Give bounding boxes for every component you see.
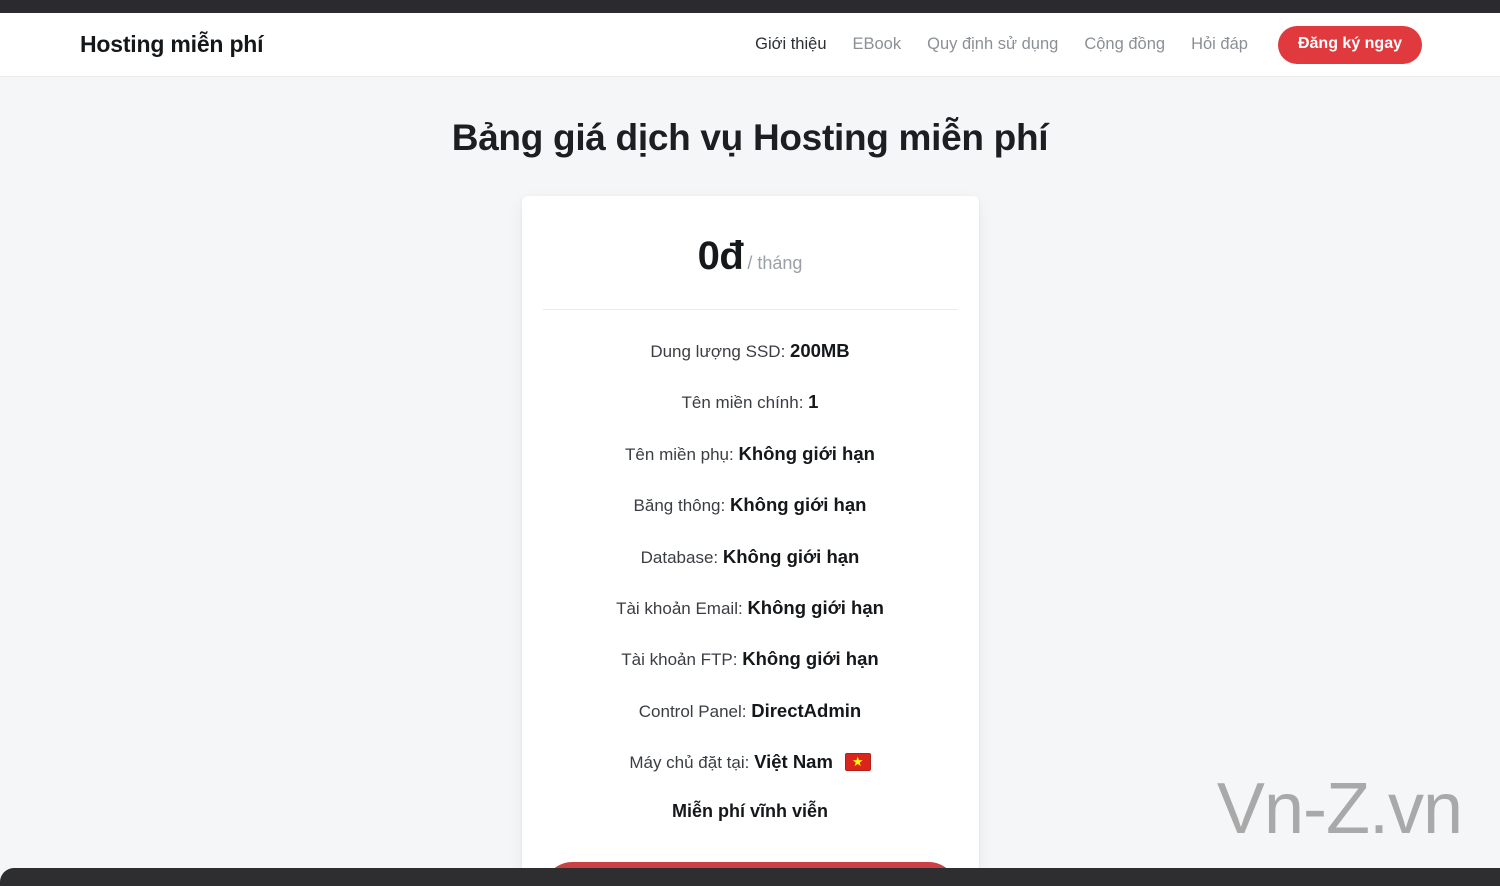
page-container: Hosting miễn phí Giới thiệu EBook Quy đị… xyxy=(0,13,1500,868)
lifetime-free-note: Miễn phí vĩnh viễn xyxy=(671,800,828,821)
site-logo[interactable]: Hosting miễn phí xyxy=(80,31,264,58)
feature-row: Tên miền chính: 1 xyxy=(522,391,979,413)
feature-row: Tên miền phụ: Không giới hạn xyxy=(522,443,979,465)
price-period: / tháng xyxy=(747,253,803,273)
feature-label-control-panel: Control Panel: xyxy=(638,701,747,721)
nav-item-hoi-dap[interactable]: Hỏi đáp xyxy=(1191,35,1248,54)
feature-row: Tài khoản FTP: Không giới hạn xyxy=(522,648,979,670)
feature-label-bandwidth: Băng thông: xyxy=(633,496,726,516)
screen-bezel-bottom xyxy=(0,868,1500,886)
flag-star-shape: ★ xyxy=(851,754,864,770)
feature-label-ftp: Tài khoản FTP: xyxy=(621,650,738,670)
feature-value-server-location: Việt Nam xyxy=(754,751,833,773)
nav-item-ebook[interactable]: EBook xyxy=(853,35,902,54)
nav-item-cong-dong[interactable]: Cộng đồng xyxy=(1084,35,1165,54)
feature-row: Dung lượng SSD: 200MB xyxy=(522,340,979,362)
feature-value-control-panel: DirectAdmin xyxy=(751,699,862,721)
feature-value-main-domain: 1 xyxy=(808,391,819,413)
feature-value-ssd: 200MB xyxy=(790,340,850,361)
feature-row: Tài khoản Email: Không giới hạn xyxy=(522,597,979,619)
nav-item-gioi-thieu[interactable]: Giới thiệu xyxy=(755,35,826,54)
feature-label-server-location: Máy chủ đặt tại: xyxy=(629,753,750,773)
nav-item-quy-dinh-su-dung[interactable]: Quy định sử dụng xyxy=(927,35,1058,54)
header-signup-button[interactable]: Đăng ký ngay xyxy=(1277,25,1422,64)
feature-label-email: Tài khoản Email: xyxy=(616,598,743,618)
main-navigation: Giới thiệu EBook Quy định sử dụng Cộng đ… xyxy=(755,25,1422,64)
pricing-card: 0đ / tháng Dung lượng SSD: 200MB Tên miền… xyxy=(521,196,979,868)
feature-value-sub-domain: Không giới hạn xyxy=(738,442,875,464)
feature-label-main-domain: Tên miền chính: xyxy=(681,393,804,413)
feature-label-ssd: Dung lượng SSD: xyxy=(650,342,786,361)
site-header: Hosting miễn phí Giới thiệu EBook Quy đị… xyxy=(0,13,1500,77)
vietnam-flag-icon: ★ xyxy=(844,753,871,772)
feature-value-database: Không giới hạn xyxy=(722,545,860,567)
feature-row: Máy chủ đặt tại: Việt Nam ★ xyxy=(522,751,979,773)
feature-label-sub-domain: Tên miền phụ: xyxy=(625,444,734,464)
feature-row: Băng thông: Không giới hạn xyxy=(522,494,979,516)
feature-value-bandwidth: Không giới hạn xyxy=(729,494,867,516)
price-header: 0đ / tháng xyxy=(542,234,958,310)
feature-value-ftp: Không giới hạn xyxy=(742,648,879,670)
price-amount: 0đ xyxy=(697,234,744,278)
feature-value-email: Không giới hạn xyxy=(747,596,884,618)
feature-list: Dung lượng SSD: 200MB Tên miền chính: 1 … xyxy=(522,310,979,862)
feature-label-database: Database: xyxy=(640,547,719,567)
pricing-card-wrapper: 0đ / tháng Dung lượng SSD: 200MB Tên miền… xyxy=(0,196,1500,868)
page-title: Bảng giá dịch vụ Hosting miễn phí xyxy=(451,117,1049,158)
feature-row: Control Panel: DirectAdmin xyxy=(522,700,979,722)
feature-row: Database: Không giới hạn xyxy=(522,546,979,568)
screen-bezel-top xyxy=(0,0,1500,13)
